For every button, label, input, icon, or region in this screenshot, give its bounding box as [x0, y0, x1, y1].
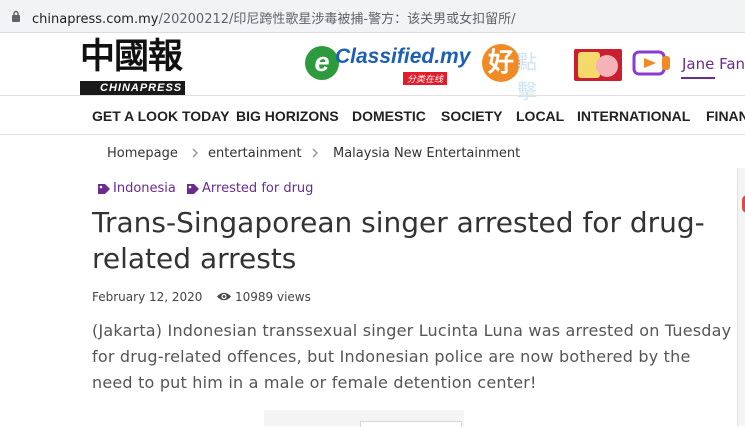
tv-icon[interactable]	[632, 48, 672, 80]
user-name[interactable]: Jane Fan	[682, 55, 745, 73]
nav-item-society[interactable]: SOCIETY	[441, 108, 502, 124]
tag-arrested-for-drug[interactable]: Arrested for drug	[202, 181, 313, 196]
nav-item-domestic[interactable]: DOMESTIC	[352, 108, 426, 124]
eclassified-e-logo: e	[305, 46, 339, 80]
chevron-right-icon	[192, 148, 199, 158]
chevron-right-icon	[312, 148, 319, 158]
article-view-count: 10989 views	[235, 290, 311, 304]
url-host: chinapress.com.my	[32, 12, 159, 27]
breadcrumb-homepage[interactable]: Homepage	[107, 146, 178, 161]
article-lead-paragraph: (Jakarta) Indonesian transsexual singer …	[92, 321, 732, 392]
tag-icon	[187, 184, 199, 194]
article-headline: Trans-Singaporean singer arrested for dr…	[92, 206, 705, 275]
promo-banner[interactable]	[574, 49, 622, 81]
user-underline	[681, 77, 715, 79]
url-text[interactable]: chinapress.com.my/20200212/印尼跨性歌星涉毒被捕-警方…	[32, 8, 515, 27]
eclassified-subtitle: 分类在线	[403, 72, 448, 85]
article-date: February 12, 2020	[92, 290, 203, 304]
nav-item-get-a-look-today[interactable]: GET A LOOK TODAY	[92, 108, 229, 124]
lock-icon	[12, 10, 20, 22]
eclassified-banner[interactable]: e Classified.my 分类在线 好 點擊	[305, 42, 537, 103]
nav-item-local[interactable]: LOCAL	[516, 108, 564, 124]
breadcrumb-entertainment[interactable]: entertainment	[208, 146, 302, 161]
chinapress-logo[interactable]: 中國報 CHINAPRESS	[80, 36, 193, 95]
eye-icon	[217, 292, 231, 301]
nav-item-finance[interactable]: FINAN	[706, 108, 745, 124]
breadcrumb-malaysia-new-entertainment[interactable]: Malaysia New Entertainment	[333, 146, 520, 161]
url-path: /20200212/印尼跨性歌星涉毒被捕-警方：该关男或女扣留所/	[158, 12, 516, 27]
tag-indonesia[interactable]: Indonesia	[113, 181, 176, 196]
nav-item-big-horizons[interactable]: BIG HORIZONS	[236, 108, 339, 124]
logo-english: CHINAPRESS	[80, 81, 186, 95]
eclassified-hao-badge: 好	[482, 44, 520, 82]
ad-frame[interactable]	[360, 421, 462, 427]
eclassified-text: Classified.my	[335, 45, 471, 68]
browser-address-bar[interactable]: chinapress.com.my/20200212/印尼跨性歌星涉毒被捕-警方…	[0, 0, 745, 33]
tag-icon	[98, 184, 110, 194]
promo-mascot	[596, 55, 618, 77]
logo-chinese: 中國報	[80, 36, 183, 77]
nav-item-international[interactable]: INTERNATIONAL	[577, 108, 690, 124]
